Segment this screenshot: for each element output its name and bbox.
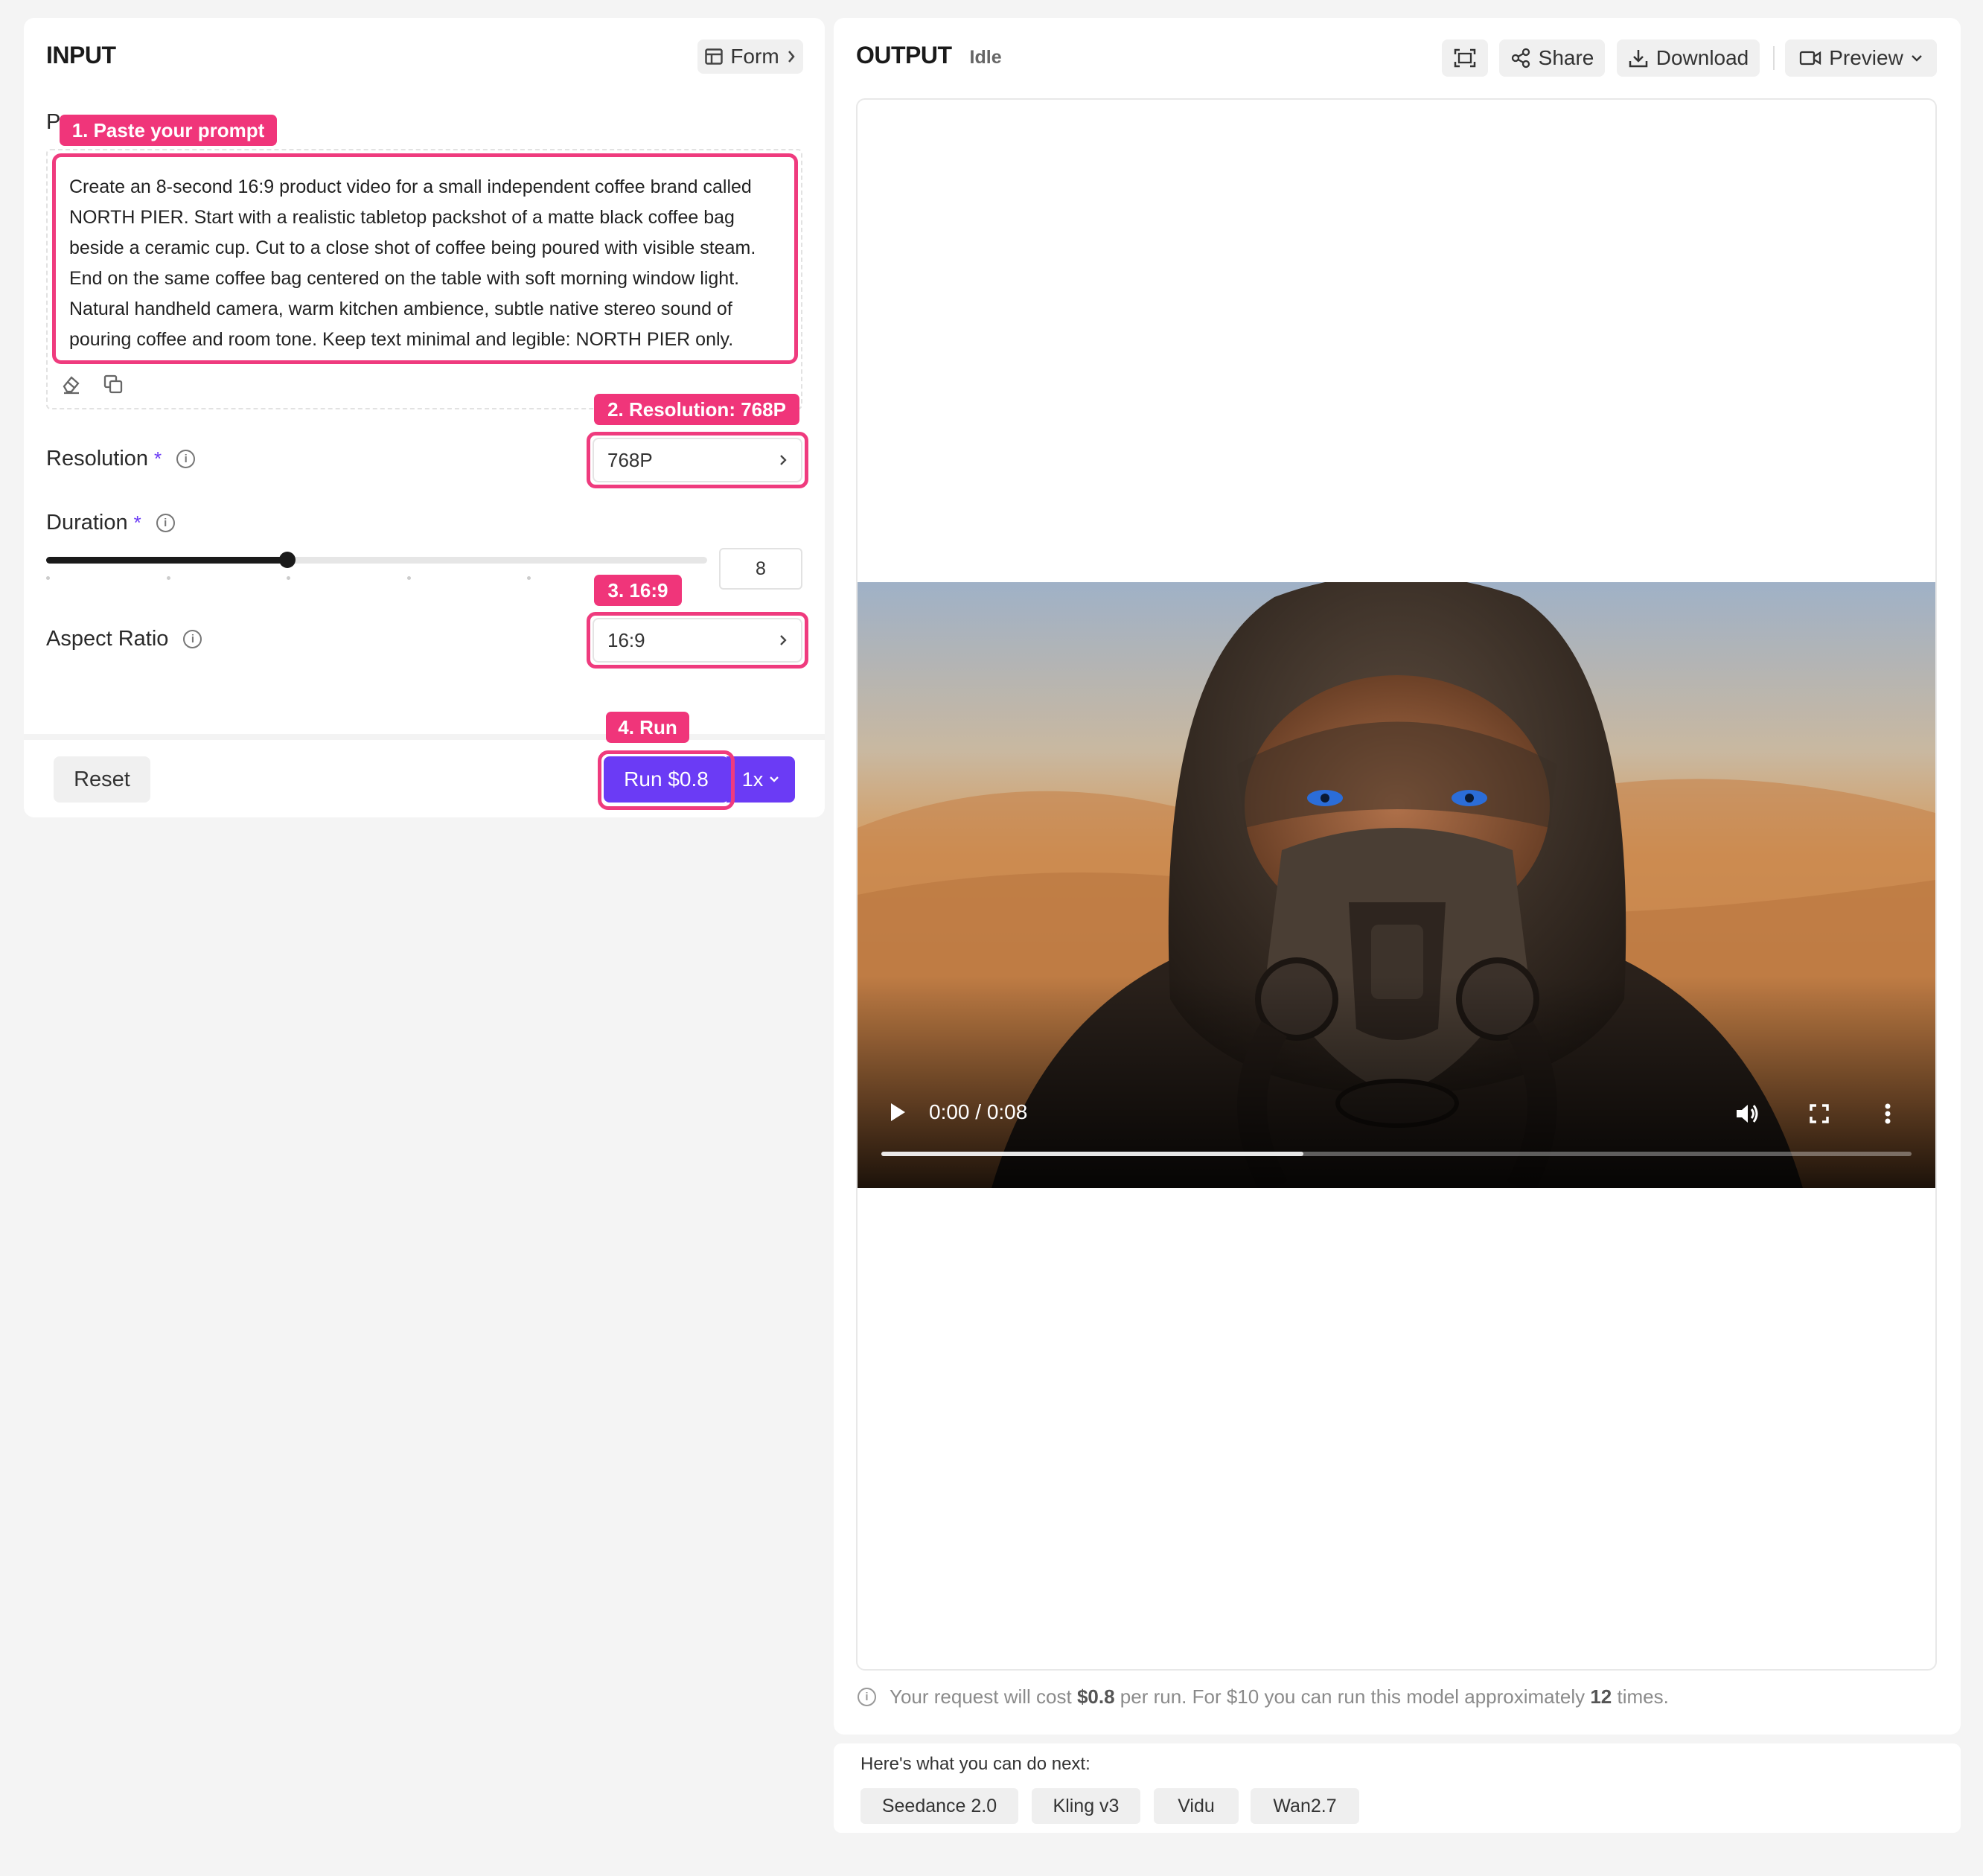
more-vertical-icon (1885, 1103, 1891, 1124)
resolution-label: Resolution * i (46, 447, 196, 471)
resolution-select[interactable]: 768P (593, 438, 802, 482)
play-button[interactable] (883, 1097, 913, 1127)
slider-tick (527, 576, 531, 580)
download-icon (1629, 50, 1647, 68)
prompt-textarea[interactable]: Create an 8-second 16:9 product video fo… (52, 153, 798, 364)
expand-icon (1454, 48, 1476, 68)
next-chip-wan[interactable]: Wan2.7 (1251, 1788, 1359, 1824)
duration-slider[interactable] (46, 551, 707, 573)
video-fullscreen-button[interactable] (1804, 1099, 1834, 1129)
next-heading: Here's what you can do next: (860, 1754, 1091, 1774)
share-label: Share (1538, 46, 1594, 69)
share-icon (1511, 48, 1530, 68)
next-chip-kling[interactable]: Kling v3 (1032, 1788, 1140, 1824)
info-icon[interactable]: i (156, 514, 175, 532)
play-icon (891, 1103, 905, 1121)
aspect-ratio-value: 16:9 (607, 628, 645, 651)
info-icon[interactable]: i (176, 450, 196, 468)
prompt-label: P (46, 110, 61, 134)
cost-suffix: times. (1612, 1685, 1669, 1708)
aspect-ratio-select[interactable]: 16:9 (593, 618, 802, 663)
slider-tick (166, 576, 170, 580)
video-camera-icon (1800, 51, 1821, 66)
duration-label: Duration * i (46, 511, 175, 535)
slider-tick (287, 576, 291, 580)
slider-thumb[interactable] (279, 552, 296, 568)
annotation-aspect-ratio: 3. 16:9 (594, 575, 682, 606)
multiplier-label: 1x (741, 768, 764, 791)
preview-label: Preview (1829, 46, 1903, 69)
annotation-run: 4. Run (606, 712, 689, 743)
video-frame (858, 582, 1935, 1188)
chevron-right-icon (780, 455, 787, 465)
slider-tick (46, 576, 50, 580)
copy-icon (103, 374, 123, 394)
annotation-resolution: 2. Resolution: 768P (594, 394, 799, 425)
video-progress-bar[interactable] (881, 1152, 1912, 1156)
video-progress-fill (881, 1152, 1304, 1156)
form-toggle-button[interactable]: Form (697, 39, 803, 74)
info-icon: i (858, 1688, 876, 1706)
aspect-ratio-label-text: Aspect Ratio (46, 627, 169, 651)
chevron-right-icon (780, 635, 787, 645)
form-toggle-label: Form (730, 45, 779, 68)
run-button[interactable]: Run $0.8 (604, 756, 729, 803)
clear-prompt-button[interactable] (58, 371, 85, 398)
resolution-label-text: Resolution (46, 447, 149, 470)
annotation-paste-prompt: 1. Paste your prompt (60, 115, 277, 146)
input-title: INPUT (46, 42, 116, 68)
output-title: OUTPUT (856, 42, 952, 68)
cost-middle: per run. For $10 you can run this model … (1114, 1685, 1591, 1708)
chevron-right-icon (788, 51, 795, 63)
copy-prompt-button[interactable] (100, 371, 127, 398)
slider-fill (46, 557, 288, 564)
download-label: Download (1655, 46, 1749, 69)
duration-label-text: Duration (46, 511, 128, 535)
table-icon (705, 48, 724, 65)
fullscreen-button[interactable] (1442, 39, 1488, 77)
fullscreen-icon (1810, 1104, 1829, 1123)
run-multiplier-button[interactable]: 1x (727, 756, 795, 803)
info-icon[interactable]: i (183, 630, 202, 648)
required-asterisk: * (154, 447, 162, 470)
output-header: OUTPUT Idle (856, 42, 1002, 69)
cost-value: $0.8 (1076, 1685, 1115, 1708)
preview-dropdown[interactable]: Preview (1785, 39, 1937, 77)
next-chip-seedance[interactable]: Seedance 2.0 (860, 1788, 1018, 1824)
duration-input[interactable]: 8 (719, 548, 802, 590)
volume-icon (1737, 1105, 1758, 1123)
video-player[interactable]: 0:00 / 0:08 (858, 582, 1935, 1188)
input-footer-divider (24, 734, 825, 740)
reset-button[interactable]: Reset (54, 756, 150, 803)
run-count: 12 (1590, 1685, 1612, 1708)
cost-prefix: Your request will cost (890, 1685, 1077, 1708)
video-more-button[interactable] (1873, 1099, 1903, 1129)
next-chip-vidu[interactable]: Vidu (1154, 1788, 1239, 1824)
download-button[interactable]: Download (1617, 39, 1760, 77)
chevron-down-icon (1911, 55, 1922, 62)
prompt-text: Create an 8-second 16:9 product video fo… (69, 176, 756, 350)
volume-button[interactable] (1733, 1099, 1763, 1129)
output-status: Idle (969, 47, 1002, 68)
chevron-down-icon (770, 776, 779, 782)
aspect-ratio-label: Aspect Ratio i (46, 627, 202, 651)
slider-tick (406, 576, 411, 580)
header-divider (1773, 46, 1775, 70)
video-time: 0:00 / 0:08 (929, 1100, 1028, 1123)
eraser-icon (63, 376, 80, 395)
share-button[interactable]: Share (1499, 39, 1605, 77)
cost-note: i Your request will cost $0.8 per run. F… (858, 1685, 1669, 1708)
resolution-value: 768P (607, 448, 653, 471)
required-asterisk: * (133, 511, 141, 534)
